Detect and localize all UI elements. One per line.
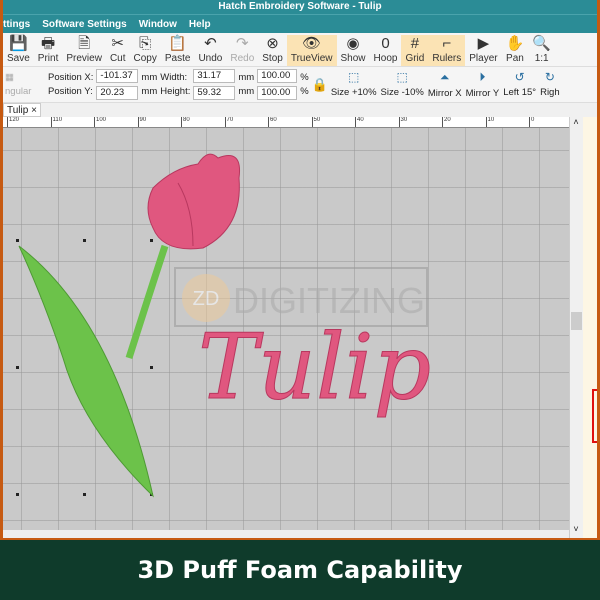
ruler-tick-label: 60 [268,117,277,127]
scroll-thumb[interactable] [571,312,582,330]
scroll-down-icon[interactable]: ˅ [570,524,582,534]
ruler-tick-label: 0 [529,117,534,127]
vertical-scrollbar[interactable]: ˄ ˅ [569,117,582,538]
side-panel-tab[interactable] [592,389,597,443]
ruler-tick-label: 100 [94,117,106,127]
ruler-tick-label: 10 [485,117,494,127]
watermark-logo: ZD [193,288,220,310]
tulip-leaf [18,245,154,498]
ruler-tick-label: 20 [442,117,451,127]
ruler-tick-label: 110 [50,117,62,127]
ruler-tick-label: 80 [181,117,190,127]
ruler-tick-label: 70 [224,117,233,127]
caption-banner: 3D Puff Foam Capability [0,540,600,600]
side-panel [583,117,597,538]
horizontal-scrollbar[interactable] [3,530,569,538]
horizontal-ruler: 120 110 100 90 80 70 60 50 40 30 20 10 0 [3,117,569,128]
design-text: Tulip [198,315,431,420]
ruler-tick-label: 50 [311,117,320,127]
ruler-tick-label: 40 [355,117,364,127]
tulip-design: ZD DIGITIZING Tulip [16,153,432,498]
ruler-tick-label: 120 [7,117,19,127]
ruler-tick-label: 90 [137,117,146,127]
scroll-up-icon[interactable]: ˄ [570,117,582,127]
design-canvas[interactable]: ZD DIGITIZING Tulip [3,128,569,530]
tulip-flower [147,153,241,250]
tulip-stem [125,244,169,360]
ruler-tick-label: 30 [398,117,407,127]
